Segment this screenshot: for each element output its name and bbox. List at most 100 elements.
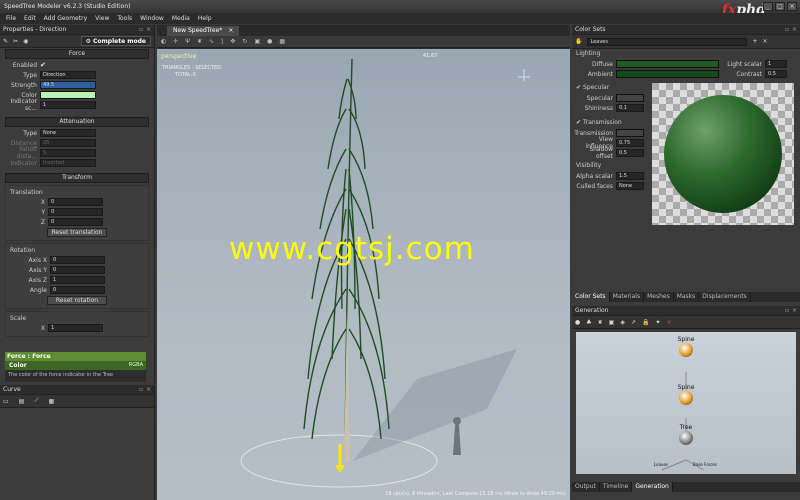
tab-displacements[interactable]: Displacements — [699, 292, 751, 302]
leaf-icon[interactable]: ❦ — [197, 38, 202, 45]
light-icon[interactable]: ● — [267, 38, 272, 45]
sphere-icon[interactable]: ● — [575, 319, 580, 326]
menu-file[interactable]: File — [6, 15, 16, 22]
menu-media[interactable]: Media — [172, 15, 190, 22]
float-icon[interactable]: ▫ — [139, 386, 143, 393]
menu-help[interactable]: Help — [198, 15, 212, 22]
attenuation-section-header[interactable]: Attenuation — [5, 117, 149, 127]
bone-icon[interactable]: ⟆ — [221, 38, 223, 45]
ambient-swatch[interactable] — [616, 70, 719, 78]
grid-icon[interactable]: ▦ — [279, 38, 285, 45]
close-button[interactable]: × — [787, 2, 797, 11]
axis-x-input[interactable]: 0 — [50, 256, 105, 264]
generation-graph[interactable]: Spine Spine Tree Leaves Base Forces — [576, 332, 796, 474]
trans-x-input[interactable]: 0 — [48, 198, 103, 206]
specular-header[interactable]: ✔ Specular — [572, 83, 650, 93]
zone-icon[interactable]: ◈ — [620, 319, 625, 326]
branch-icon[interactable]: Ψ — [185, 38, 190, 45]
tab-new-speedtree[interactable]: New SpeedTree* × — [167, 26, 240, 36]
leaves-node[interactable]: Leaves — [646, 462, 676, 467]
force-icon[interactable]: ✦ — [655, 319, 660, 326]
arrow-icon[interactable]: ↗ — [631, 319, 636, 326]
axis-z-input[interactable]: 1 — [50, 276, 105, 284]
reset-rotation-button[interactable]: Reset rotation — [47, 296, 107, 305]
trans-y-input[interactable]: 0 — [48, 208, 103, 216]
close-icon[interactable]: × — [146, 26, 151, 33]
menu-edit[interactable]: Edit — [24, 15, 36, 22]
diffuse-swatch[interactable] — [616, 60, 719, 68]
axis-y-input[interactable]: 0 — [50, 266, 105, 274]
float-icon[interactable]: ▫ — [139, 26, 143, 33]
type-dropdown[interactable]: Direction — [40, 71, 96, 79]
transmission-header[interactable]: ✔ Transmission — [572, 118, 650, 128]
enabled-checkbox[interactable]: ✔ — [40, 61, 47, 69]
float-icon[interactable]: ▫ — [785, 26, 789, 33]
scale-x-input[interactable]: 1 — [48, 324, 103, 332]
wrench-icon[interactable]: ✎ — [3, 38, 8, 45]
specular-swatch[interactable] — [616, 94, 644, 102]
curve-preset-icon[interactable]: ▭ — [3, 398, 9, 405]
hand-icon[interactable]: ✋ — [575, 38, 582, 45]
menu-window[interactable]: Window — [140, 15, 164, 22]
color-set-dropdown[interactable]: Leaves — [587, 37, 748, 46]
lock-icon[interactable]: 🔒 — [642, 319, 649, 326]
menu-view[interactable]: View — [95, 15, 109, 22]
close-icon[interactable]: × — [228, 26, 233, 36]
maximize-button[interactable]: □ — [775, 2, 785, 11]
minimize-button[interactable]: _ — [763, 2, 773, 11]
close-icon[interactable]: × — [792, 307, 797, 314]
light-scalar-input[interactable]: 1 — [765, 60, 787, 68]
shadow-offset-input[interactable]: 0.5 — [616, 149, 644, 157]
base-forces-node[interactable]: Base Forces — [690, 462, 720, 467]
close-icon[interactable]: × — [792, 26, 797, 33]
alpha-input[interactable]: 1.5 — [616, 172, 644, 180]
select-icon[interactable]: ✛ — [173, 38, 178, 45]
angle-input[interactable]: 0 — [50, 286, 105, 294]
tab-masks[interactable]: Masks — [674, 292, 700, 302]
move-icon[interactable]: ✥ — [230, 38, 235, 45]
indicator-input[interactable]: 1 — [40, 101, 96, 109]
material-preview[interactable] — [652, 83, 794, 225]
render-mode-icon[interactable]: ◐ — [161, 38, 166, 45]
culled-dropdown[interactable]: None — [616, 182, 644, 190]
tab-output[interactable]: Output — [572, 482, 600, 492]
transform-section-header[interactable]: Transform — [5, 173, 149, 183]
delete-icon[interactable]: ✕ — [667, 319, 672, 326]
tree-node[interactable]: Tree — [671, 424, 701, 445]
spine-node-2[interactable]: Spine — [671, 384, 701, 405]
mode-selector[interactable]: ⚙ Complete mode — [80, 36, 151, 46]
cube-icon[interactable]: ▣ — [609, 319, 615, 326]
reset-translation-button[interactable]: Reset translation — [47, 228, 107, 237]
curve-shape-icon[interactable]: ⟋ — [34, 397, 38, 405]
tree-icon[interactable]: ♣ — [586, 319, 591, 326]
strength-input[interactable]: 49.5 — [40, 81, 96, 89]
curve-copy-icon[interactable]: ▤ — [19, 398, 25, 405]
view-influence-input[interactable]: 0.75 — [616, 139, 644, 147]
leaf-icon[interactable]: ❦ — [598, 319, 603, 326]
trans-z-input[interactable]: 0 — [48, 218, 103, 226]
3d-viewport[interactable]: perspective TRIANGLES - SELECTED TOTAL:0… — [157, 49, 570, 500]
tab-color-sets[interactable]: Color Sets — [572, 292, 610, 302]
contrast-input[interactable]: 0.5 — [765, 70, 787, 78]
menu-tools[interactable]: Tools — [117, 15, 132, 22]
curve-paste-icon[interactable]: ▦ — [49, 398, 55, 405]
force-section-header[interactable]: Force — [5, 49, 149, 59]
att-type-dropdown[interactable]: None — [40, 129, 96, 137]
tab-meshes[interactable]: Meshes — [644, 292, 674, 302]
transmission-swatch[interactable] — [616, 129, 644, 137]
new-set-icon[interactable]: + — [752, 38, 757, 45]
eye-icon[interactable]: ◉ — [23, 38, 28, 45]
tab-generation[interactable]: Generation — [632, 482, 673, 492]
spine-node-1[interactable]: Spine — [671, 336, 701, 357]
menu-add-geometry[interactable]: Add Geometry — [44, 15, 87, 22]
curve-tool-icon[interactable]: ∿ — [209, 38, 214, 45]
tab-materials[interactable]: Materials — [610, 292, 645, 302]
shininess-input[interactable]: 0.1 — [616, 104, 644, 112]
delete-set-icon[interactable]: × — [763, 38, 768, 45]
close-icon[interactable]: × — [146, 386, 151, 393]
tab-timeline[interactable]: Timeline — [600, 482, 633, 492]
float-icon[interactable]: ▫ — [785, 307, 789, 314]
camera-icon[interactable]: ▣ — [254, 38, 260, 45]
rotate-icon[interactable]: ↻ — [242, 38, 247, 45]
tag-icon[interactable]: ✂ — [13, 38, 18, 45]
